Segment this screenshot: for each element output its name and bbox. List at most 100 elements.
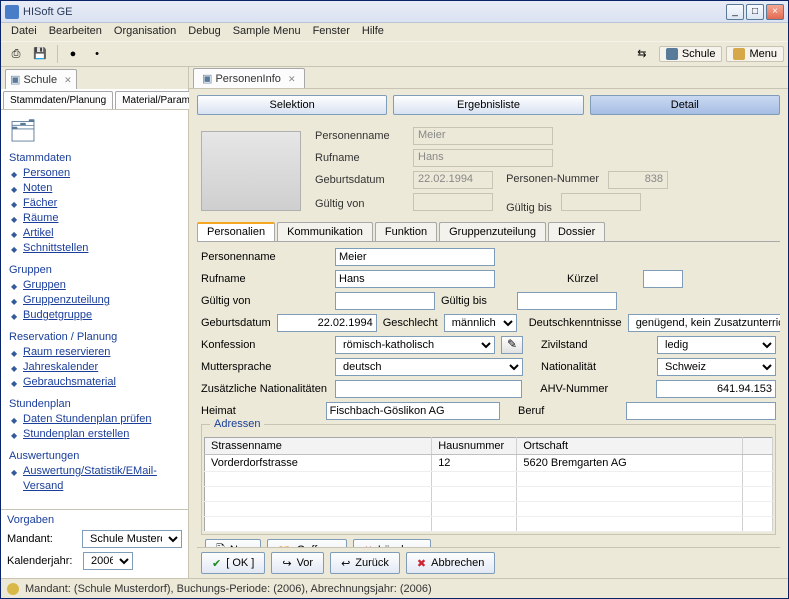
menu-datei[interactable]: Datei [5,23,43,41]
minimize-button[interactable]: _ [726,4,744,20]
tab-personeninfo[interactable]: ▣ PersonenInfo ✕ [193,68,305,88]
input-gueltig-von[interactable] [335,292,435,310]
nav-schnittstellen[interactable]: Schnittstellen [23,241,180,256]
menu-sample[interactable]: Sample Menu [227,23,307,41]
mandant-select[interactable]: Schule Musterdorf [82,530,182,548]
left-tab-schule[interactable]: ▣ Schule ✕ [5,69,77,89]
table-row[interactable]: Vorderdorfstrasse 12 5620 Bremgarten AG [205,455,773,472]
nav-budgetgruppe[interactable]: Budgetgruppe [23,308,180,323]
lbl-personenname: Personenname [201,251,329,263]
tab-personalien[interactable]: Personalien [197,222,275,241]
menu-icon [733,48,745,60]
nav-gruppenzuteilung[interactable]: Gruppenzuteilung [23,293,180,308]
hdr-gueltig-von-label: Gültig von [315,198,405,210]
table-row[interactable] [205,502,773,517]
select-deutschk[interactable]: genügend, kein Zusatzunterricht [628,314,780,332]
select-geschlecht[interactable]: männlich [444,314,517,332]
lbl-beruf: Beruf [518,405,620,417]
col-hausnummer[interactable]: Hausnummer [432,438,517,455]
menu-organisation[interactable]: Organisation [108,23,182,41]
select-zivilstand[interactable]: ledig [657,336,776,354]
vor-button[interactable]: ↪Vor [271,552,324,574]
adressen-table[interactable]: Strassenname Hausnummer Ortschaft Vorder… [204,437,773,532]
perspective-schule[interactable]: Schule [659,46,723,62]
neu-button[interactable]: 🗎Neu [205,539,261,547]
input-personenname[interactable] [335,248,495,266]
nav-artikel[interactable]: Artikel [23,226,180,241]
nav-cat-stammdaten: Stammdaten [9,152,180,164]
lbl-muttersprache: Muttersprache [201,361,329,373]
nav-personen[interactable]: Personen [23,166,180,181]
select-muttersprache[interactable]: deutsch [335,358,523,376]
input-geburtsdatum[interactable] [277,314,377,332]
col-strassenname[interactable]: Strassenname [205,438,432,455]
cancel-icon: ✖ [417,557,426,570]
input-ahv[interactable] [656,380,776,398]
col-spacer [743,438,773,455]
toolbar-print-icon[interactable]: ⎙ [5,43,27,65]
hdr-personenname-value: Meier [413,127,553,145]
nav-jahreskalender[interactable]: Jahreskalender [23,360,180,375]
zurueck-button[interactable]: ↩Zurück [330,552,400,574]
lbl-rufname: Rufname [201,273,329,285]
toolbar-action-icon[interactable]: • [86,43,108,65]
tab-funktion[interactable]: Funktion [375,222,437,241]
input-heimat[interactable] [326,402,501,420]
nav-stundenplan-erstellen[interactable]: Stundenplan erstellen [23,427,180,442]
lbl-geburtsdatum: Geburtsdatum [201,317,271,329]
nav-stundenplan-pruefen[interactable]: Daten Stundenplan prüfen [23,412,180,427]
kalenderjahr-label: Kalenderjahr: [7,555,77,567]
segment-selektion[interactable]: Selektion [197,95,387,115]
segment-ergebnisliste[interactable]: Ergebnisliste [393,95,583,115]
close-button[interactable]: × [766,4,784,20]
kalenderjahr-select[interactable]: 2006 [83,552,133,570]
nav-raeume[interactable]: Räume [23,211,180,226]
nav-noten[interactable]: Noten [23,181,180,196]
abbrechen-button[interactable]: ✖Abbrechen [406,552,495,574]
menu-hilfe[interactable]: Hilfe [356,23,390,41]
input-beruf[interactable] [626,402,776,420]
tab-kommunikation[interactable]: Kommunikation [277,222,373,241]
input-gueltig-bis[interactable] [517,292,617,310]
nav-raum-reservieren[interactable]: Raum reservieren [23,345,180,360]
perspective-menu[interactable]: Menu [726,46,784,62]
toolbar-expand-icon[interactable]: ⇆ [631,43,653,65]
close-icon[interactable]: ✕ [64,75,72,85]
col-ortschaft[interactable]: Ortschaft [517,438,743,455]
right-tabrow: ▣ PersonenInfo ✕ [189,67,788,89]
menu-fenster[interactable]: Fenster [307,23,356,41]
table-row[interactable] [205,487,773,502]
menu-debug[interactable]: Debug [182,23,226,41]
nav-gruppen[interactable]: Gruppen [23,278,180,293]
back-icon: ↩ [341,557,350,570]
close-icon[interactable]: ✕ [288,74,296,84]
adressen-legend: Adressen [210,418,264,430]
subtab-stammdaten-planung[interactable]: Stammdaten/Planung [3,91,113,109]
main-window: HISoft GE _ □ × Datei Bearbeiten Organis… [0,0,789,599]
select-konfession[interactable]: römisch-katholisch [335,336,495,354]
edit-konfession-icon[interactable]: ✎ [501,336,523,354]
table-row[interactable] [205,472,773,487]
tab-gruppenzuteilung[interactable]: Gruppenzuteilung [439,222,546,241]
toolbar-save-icon[interactable]: 💾 [29,43,51,65]
schule-icon: ▣ [10,74,20,86]
hdr-geburtsdatum-value: 22.02.1994 [413,171,493,189]
input-zusnat[interactable] [335,380,523,398]
ok-button[interactable]: ✔[ OK ] [201,552,265,574]
input-kuerzel[interactable] [643,270,683,288]
segment-detail[interactable]: Detail [590,95,780,115]
maximize-button[interactable]: □ [746,4,764,20]
input-rufname[interactable] [335,270,495,288]
toolbar-sphere-icon[interactable]: ● [62,43,84,65]
select-nationalitaet[interactable]: Schweiz [657,358,776,376]
table-row[interactable] [205,517,773,532]
hdr-geburtsdatum-label: Geburtsdatum [315,174,405,186]
tab-dossier[interactable]: Dossier [548,222,605,241]
nav-faecher[interactable]: Fächer [23,196,180,211]
menu-bearbeiten[interactable]: Bearbeiten [43,23,108,41]
nav-gebrauchsmaterial[interactable]: Gebrauchsmaterial [23,375,180,390]
loeschen-button[interactable]: ✖Löschen [353,539,431,547]
mandant-label: Mandant: [7,533,76,545]
oeffnen-button[interactable]: 📂Oeffnen [267,539,347,547]
nav-auswertung[interactable]: Auswertung/Statistik/EMail-Versand [23,464,180,494]
